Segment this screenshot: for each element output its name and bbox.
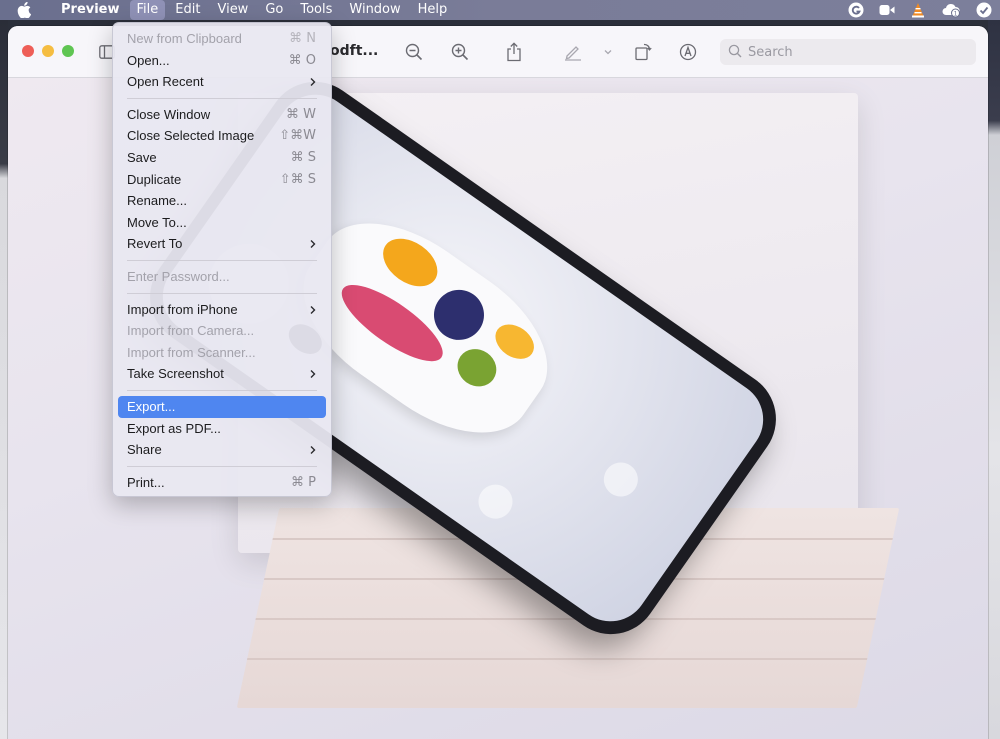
menu-separator [127,97,317,99]
menu-item-label: Close Window [127,106,211,122]
menu-item-label: Open Recent [127,74,204,90]
menu-bar: Preview File Edit View Go Tools Window H… [0,0,1000,20]
checkmark-icon[interactable] [976,2,992,18]
chevron-right-icon [310,240,316,249]
facetime-icon[interactable] [879,4,895,16]
menu-item-label: Rename... [127,193,187,209]
menu-item-close-window[interactable]: Close Window ⌘ W [118,104,326,126]
share-icon[interactable] [503,41,525,63]
menu-item-label: Open... [127,52,170,68]
menu-separator [127,389,317,391]
menu-item-shortcut: ⌘ P [291,474,316,490]
menu-item-label: Enter Password... [127,268,230,284]
menu-item-close-selected-image[interactable]: Close Selected Image ⇧⌘W [118,125,326,147]
menu-item-shortcut: ⌘ S [290,149,316,165]
menu-item-enter-password: Enter Password... [118,266,326,288]
menu-item-new-from-clipboard: New from Clipboard ⌘ N [118,28,326,50]
minimize-window-button[interactable] [42,45,54,57]
svg-text:1: 1 [954,11,958,18]
menu-file[interactable]: File [129,0,166,20]
menu-item-label: Close Selected Image [127,128,255,144]
menu-separator [127,292,317,294]
photo-brush-button [471,477,520,526]
menu-item-shortcut: ⇧⌘W [279,128,316,144]
menu-item-label: Move To... [127,214,187,230]
menu-item-label: Save [127,149,157,165]
menu-item-label: Take Screenshot [127,366,224,382]
menu-item-take-screenshot[interactable]: Take Screenshot [118,363,326,385]
search-field[interactable]: Search [720,39,976,65]
markup-pen-icon[interactable] [562,41,584,63]
menu-item-label: Export... [127,398,176,414]
menu-item-label: New from Clipboard [127,31,242,46]
annotate-icon[interactable] [677,41,699,63]
menu-item-shortcut: ⇧⌘ S [279,171,316,187]
desktop-background-left [0,20,8,739]
menu-view[interactable]: View [210,0,255,20]
menu-item-shortcut: ⌘ O [288,52,316,68]
file-menu-dropdown: New from Clipboard ⌘ N Open... ⌘ O Open Rece… [112,22,332,497]
chevron-right-icon [310,370,316,379]
menu-item-label: Print... [127,474,165,490]
menu-edit[interactable]: Edit [168,0,207,20]
menu-item-label: Revert To [127,236,183,252]
menu-item-label: Import from Camera... [127,323,255,339]
search-icon [728,43,742,62]
grammarly-icon[interactable] [848,2,864,18]
chevron-right-icon [310,78,316,87]
menu-item-open[interactable]: Open... ⌘ O [118,50,326,72]
menu-item-save[interactable]: Save ⌘ S [118,147,326,169]
document-title: odft... [330,43,379,59]
menu-item-label: Import from iPhone [127,301,238,317]
menu-help[interactable]: Help [411,0,455,20]
menu-item-label: Duplicate [127,171,182,187]
chevron-right-icon [310,446,316,455]
menu-item-share[interactable]: Share [118,439,326,461]
menu-item-import-from-scanner: Import from Scanner... [118,342,326,364]
menu-separator [127,465,317,467]
chevron-right-icon [310,305,316,314]
menu-item-revert-to[interactable]: Revert To [118,233,326,255]
chevron-down-icon[interactable] [597,41,619,63]
menu-item-shortcut: ⌘ N [289,31,316,46]
menu-tools[interactable]: Tools [293,0,339,20]
menu-item-open-recent[interactable]: Open Recent [118,71,326,93]
menu-go[interactable]: Go [258,0,290,20]
menu-preview[interactable]: Preview [54,0,127,20]
search-placeholder: Search [748,44,793,60]
menu-window[interactable]: Window [342,0,407,20]
menu-item-duplicate[interactable]: Duplicate ⇧⌘ S [118,169,326,191]
menu-item-import-from-iphone[interactable]: Import from iPhone [118,299,326,321]
zoom-out-icon[interactable] [403,41,425,63]
close-window-button[interactable] [22,45,34,57]
rotate-icon[interactable] [632,41,654,63]
menu-item-import-from-camera: Import from Camera... [118,320,326,342]
status-area: 1 [848,0,992,20]
zoom-in-icon[interactable] [449,41,471,63]
desktop-background-right [988,20,1000,739]
menu-item-shortcut: ⌘ W [286,106,316,122]
menu-item-label: Share [127,442,162,458]
menu-item-export-as-pdf[interactable]: Export as PDF... [118,418,326,440]
menu-item-print[interactable]: Print... ⌘ P [118,472,326,494]
zoom-window-button[interactable] [62,45,74,57]
apple-icon[interactable] [17,2,35,18]
menu-separator [127,259,317,261]
menu-item-export[interactable]: Export... [118,395,326,418]
vlc-icon[interactable] [910,2,926,18]
menu-item-rename[interactable]: Rename... [118,190,326,212]
menu-item-move-to[interactable]: Move To... [118,212,326,234]
menu-item-label: Import from Scanner... [127,344,256,360]
photo-camera-button [597,455,645,504]
creative-cloud-icon[interactable]: 1 [941,2,961,18]
menu-item-label: Export as PDF... [127,420,221,436]
